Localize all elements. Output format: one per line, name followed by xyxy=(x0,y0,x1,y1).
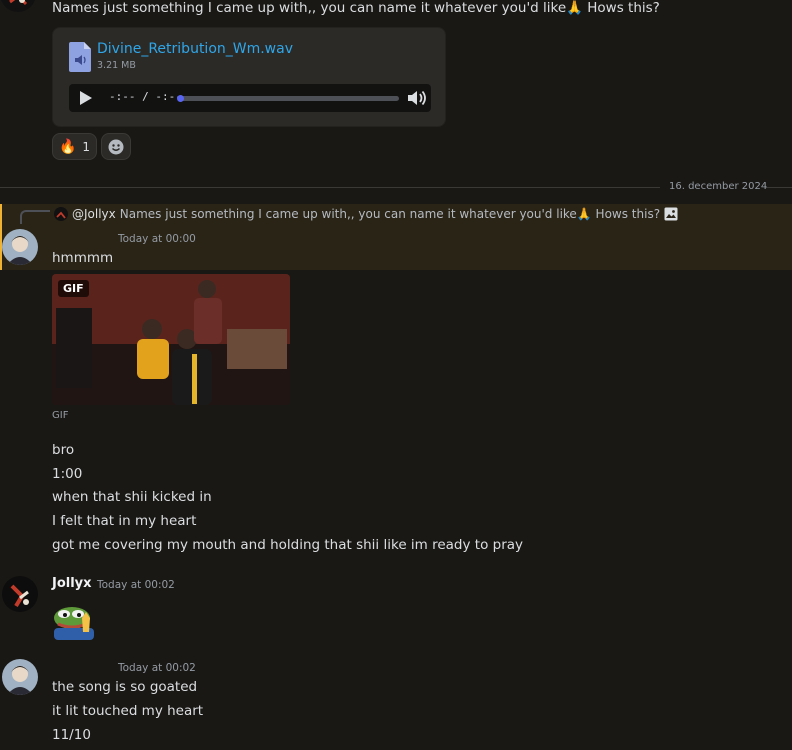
gif-image[interactable]: GIF xyxy=(52,274,290,405)
reply-preview[interactable]: @Jollyx Names just something I came up w… xyxy=(54,207,678,221)
timestamp: Today at 00:02 xyxy=(118,662,196,674)
reaction-fire[interactable]: 🔥 1 xyxy=(52,133,97,160)
progress-bar[interactable] xyxy=(177,95,399,102)
avatar[interactable] xyxy=(2,576,38,612)
message-text: got me covering my mouth and holding tha… xyxy=(52,537,524,553)
reaction-count: 1 xyxy=(82,139,91,154)
date-divider-right xyxy=(766,187,792,188)
mention-bar xyxy=(0,204,2,270)
gif-caption: GIF xyxy=(52,410,69,421)
image-icon xyxy=(664,207,678,221)
play-icon[interactable] xyxy=(77,90,93,106)
date-label: 16. december 2024 xyxy=(669,181,768,192)
fire-emoji: 🔥 xyxy=(58,138,77,155)
timestamp: Today at 00:00 xyxy=(118,233,196,245)
file-name-link[interactable]: Divine_Retribution_Wm.wav xyxy=(97,41,293,57)
reply-avatar-icon xyxy=(54,207,68,221)
message-text: 11/10 xyxy=(52,727,91,743)
smile-icon xyxy=(108,139,124,154)
message-text: 1:00 xyxy=(52,466,83,482)
avatar[interactable] xyxy=(0,0,36,12)
progress-handle[interactable] xyxy=(177,95,184,102)
avatar[interactable] xyxy=(2,229,38,265)
volume-icon[interactable] xyxy=(407,89,427,107)
message-text: when that shii kicked in xyxy=(52,489,212,505)
date-divider xyxy=(0,187,660,188)
reply-username[interactable]: @Jollyx xyxy=(72,207,116,221)
audio-attachment: Divine_Retribution_Wm.wav 3.21 MB -:-- /… xyxy=(52,27,446,127)
audio-player: -:-- / -:-- xyxy=(69,84,431,112)
message-text: Names just something I came up with,, yo… xyxy=(52,0,660,16)
avatar[interactable] xyxy=(2,659,38,695)
gif-badge: GIF xyxy=(58,280,89,297)
reply-text: Names just something I came up with,, yo… xyxy=(119,207,661,221)
message-text: the song is so goated xyxy=(52,679,198,695)
timestamp: Today at 00:02 xyxy=(97,579,175,591)
add-reaction-button[interactable] xyxy=(101,133,131,160)
audio-file-icon xyxy=(69,42,91,72)
time-display: -:-- / -:-- xyxy=(109,90,182,103)
username[interactable]: Jollyx xyxy=(52,576,92,591)
message-text: it lit touched my heart xyxy=(52,703,204,719)
file-size: 3.21 MB xyxy=(97,60,136,71)
message-text: hmmmm xyxy=(52,250,114,266)
reply-connector xyxy=(20,210,50,224)
message-text: bro xyxy=(52,442,75,458)
message-text: I felt that in my heart xyxy=(52,513,197,529)
pepe-pray-emoji xyxy=(52,604,98,640)
